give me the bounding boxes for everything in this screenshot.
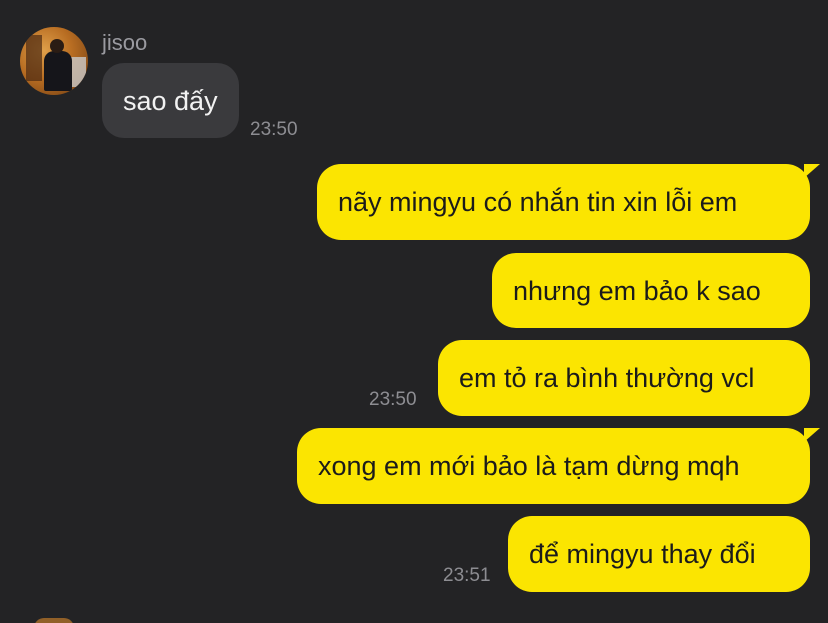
message-text: nhưng em bảo k sao	[513, 275, 761, 306]
bubble-tail	[804, 164, 820, 178]
message-bubble-outgoing[interactable]: để mingyu thay đổi	[508, 516, 810, 592]
next-avatar-partial	[34, 618, 74, 623]
message-bubble-outgoing[interactable]: em tỏ ra bình thường vcl	[438, 340, 810, 416]
bubble-tail	[804, 428, 820, 442]
message-bubble-outgoing[interactable]: nãy mingyu có nhắn tin xin lỗi em	[317, 164, 820, 240]
message-text: nãy mingyu có nhắn tin xin lỗi em	[338, 187, 738, 217]
message-bubble-incoming[interactable]: sao đấy	[102, 63, 239, 138]
avatar-person-body	[44, 51, 72, 91]
avatar-background-light	[70, 57, 86, 87]
message-bubble-outgoing[interactable]: nhưng em bảo k sao	[492, 253, 810, 328]
message-timestamp: 23:50	[250, 119, 298, 140]
sender-name: jisoo	[102, 30, 148, 55]
message-timestamp: 23:50	[369, 389, 417, 410]
chat-thread: jisoo sao đấy 23:50 nãy mingyu có nhắn t…	[0, 0, 828, 623]
message-bubble-outgoing[interactable]: xong em mới bảo là tạm dừng mqh	[297, 428, 820, 504]
message-text: em tỏ ra bình thường vcl	[459, 363, 755, 393]
message-text: xong em mới bảo là tạm dừng mqh	[318, 451, 740, 481]
contact-avatar[interactable]	[20, 27, 88, 95]
message-text: sao đấy	[123, 85, 218, 116]
avatar-background-shelf	[26, 35, 42, 81]
message-timestamp: 23:51	[443, 565, 491, 586]
message-text: để mingyu thay đổi	[529, 539, 756, 569]
avatar-person-head	[50, 39, 64, 53]
